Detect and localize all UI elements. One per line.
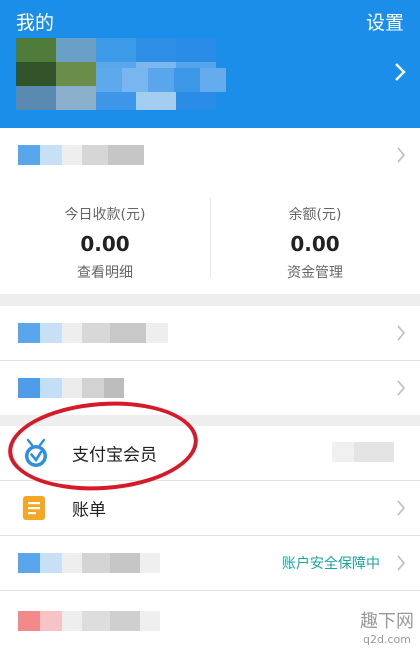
fund-management-link[interactable]: 资金管理 [210, 262, 420, 282]
blurred-content [18, 378, 124, 398]
blurred-content [18, 145, 144, 165]
member-label: 支付宝会员 [72, 445, 157, 466]
chevron-right-icon [397, 325, 406, 341]
alipay-member-icon [25, 438, 47, 467]
blurred-content [18, 553, 160, 573]
balance-label: 余额(元) [288, 207, 342, 223]
profile-page: 我的 设置 今日收款(元) 0.00 查看明细 余额(元) 0.00 资金管理 … [0, 0, 420, 650]
profile-header: 我的 设置 [0, 0, 420, 128]
account-info-row[interactable] [0, 128, 420, 182]
chevron-right-icon [397, 500, 406, 516]
today-income[interactable]: 今日收款(元) 0.00 查看明细 [0, 182, 210, 294]
bill-document-icon [23, 496, 45, 520]
page-title: 我的 [16, 12, 55, 34]
chevron-right-icon [397, 380, 406, 396]
watermark-line2: q2d.com [363, 633, 411, 646]
balance-card: 今日收款(元) 0.00 查看明细 余额(元) 0.00 资金管理 [0, 182, 420, 294]
account-name-blurred [96, 68, 226, 92]
blurred-content [18, 323, 168, 343]
chevron-right-icon [397, 555, 406, 571]
settings-button[interactable]: 设置 [366, 8, 404, 35]
list-item[interactable] [0, 591, 420, 650]
watermark: 趣下网 q2d.com [360, 607, 414, 646]
list-item[interactable] [0, 306, 420, 360]
balance-value: 0.00 [290, 232, 340, 256]
menu-item-member[interactable]: 支付宝会员 [0, 426, 420, 480]
blurred-content [18, 610, 160, 631]
view-details-link[interactable]: 查看明细 [0, 262, 210, 282]
watermark-line1: 趣下网 [360, 611, 414, 632]
menu-item-bill[interactable]: 账单 [0, 481, 420, 535]
today-income-value: 0.00 [80, 232, 130, 256]
blurred-content [332, 442, 394, 462]
menu-item-security[interactable]: 账户安全保障中 [0, 536, 420, 590]
balance[interactable]: 余额(元) 0.00 资金管理 [210, 182, 420, 294]
list-item[interactable] [0, 361, 420, 415]
chevron-right-icon[interactable] [394, 62, 406, 82]
security-status: 账户安全保障中 [282, 556, 380, 572]
chevron-right-icon [397, 147, 406, 163]
bill-label: 账单 [72, 500, 106, 521]
today-income-label: 今日收款(元) [64, 207, 146, 223]
